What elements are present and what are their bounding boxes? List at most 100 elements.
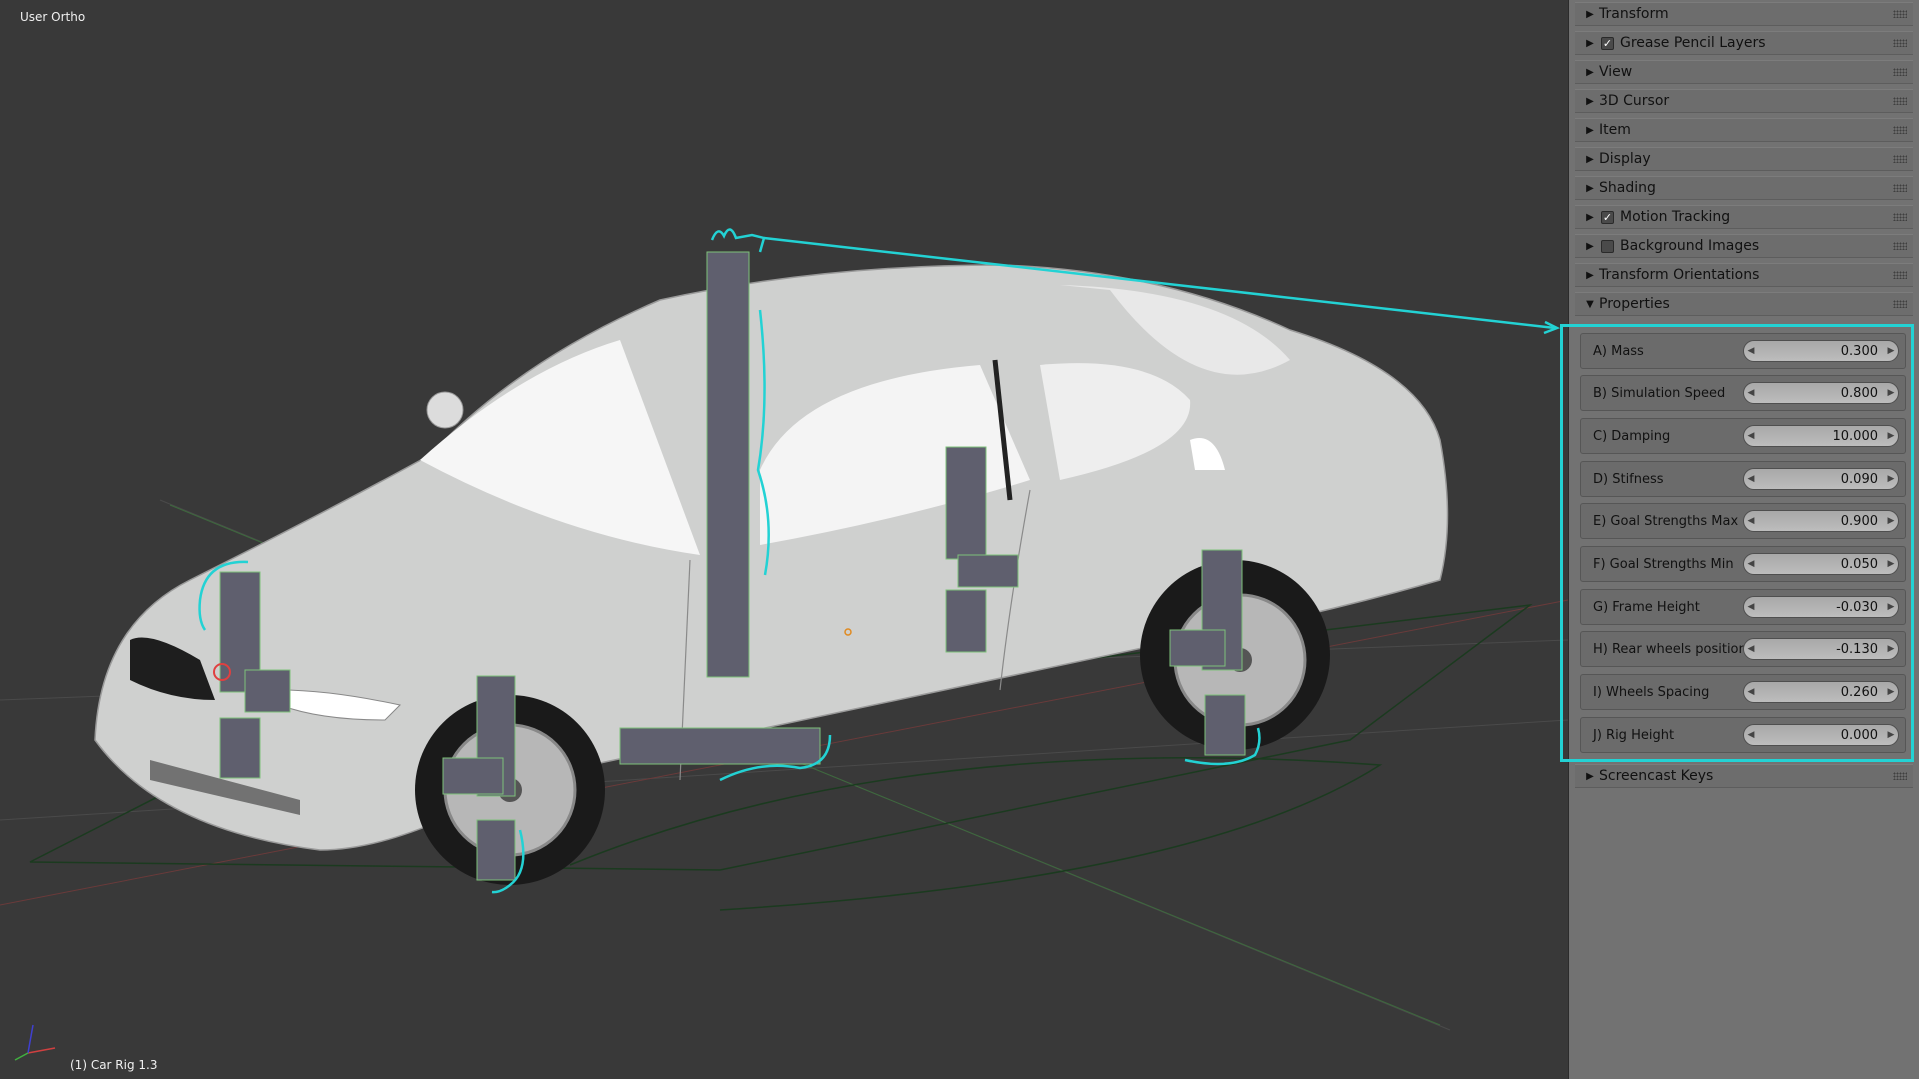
panel-transform[interactable]: ▶ Transform bbox=[1575, 2, 1913, 26]
car-model[interactable] bbox=[94, 264, 1449, 885]
panel-item[interactable]: ▶ Item bbox=[1575, 118, 1913, 142]
drag-grip-icon[interactable] bbox=[1893, 242, 1907, 250]
drag-grip-icon[interactable] bbox=[1893, 155, 1907, 163]
triangle-right-icon: ▶ bbox=[1586, 211, 1594, 223]
3d-viewport[interactable]: User Ortho (1) Car Rig 1.3 bbox=[0, 0, 1568, 1079]
increment-arrow-icon[interactable]: ▶ bbox=[1884, 687, 1898, 697]
active-object-label: (1) Car Rig 1.3 bbox=[70, 1058, 158, 1072]
damping-field[interactable]: ◀ 10.000 ▶ bbox=[1743, 425, 1899, 447]
panel-label: Properties bbox=[1599, 296, 1670, 312]
triangle-right-icon: ▶ bbox=[1586, 95, 1594, 107]
property-goal-strengths-min: F) Goal Strengths Min ◀ 0.050 ▶ bbox=[1580, 546, 1906, 582]
triangle-down-icon: ▼ bbox=[1586, 298, 1594, 310]
goal-strengths-max-field[interactable]: ◀ 0.900 ▶ bbox=[1743, 510, 1899, 532]
decrement-arrow-icon[interactable]: ◀ bbox=[1744, 559, 1758, 569]
decrement-arrow-icon[interactable]: ◀ bbox=[1744, 431, 1758, 441]
property-value[interactable]: 0.300 bbox=[1758, 344, 1884, 359]
panel-3d-cursor[interactable]: ▶ 3D Cursor bbox=[1575, 89, 1913, 113]
view-mode-label: User Ortho bbox=[20, 10, 86, 24]
drag-grip-icon[interactable] bbox=[1893, 300, 1907, 308]
property-label: I) Wheels Spacing bbox=[1593, 684, 1710, 700]
increment-arrow-icon[interactable]: ▶ bbox=[1884, 559, 1898, 569]
increment-arrow-icon[interactable]: ▶ bbox=[1884, 730, 1898, 740]
property-value[interactable]: -0.030 bbox=[1758, 600, 1884, 615]
scene-canvas[interactable] bbox=[0, 0, 1568, 1079]
property-wheels-spacing: I) Wheels Spacing ◀ 0.260 ▶ bbox=[1580, 674, 1906, 710]
property-value[interactable]: 10.000 bbox=[1758, 429, 1884, 444]
drag-grip-icon[interactable] bbox=[1893, 213, 1907, 221]
property-label: F) Goal Strengths Min bbox=[1593, 556, 1734, 572]
increment-arrow-icon[interactable]: ▶ bbox=[1884, 602, 1898, 612]
triangle-right-icon: ▶ bbox=[1586, 240, 1594, 252]
decrement-arrow-icon[interactable]: ◀ bbox=[1744, 687, 1758, 697]
panel-properties[interactable]: ▼ Properties bbox=[1575, 292, 1913, 316]
increment-arrow-icon[interactable]: ▶ bbox=[1884, 644, 1898, 654]
drag-grip-icon[interactable] bbox=[1893, 271, 1907, 279]
frame-height-field[interactable]: ◀ -0.030 ▶ bbox=[1743, 596, 1899, 618]
triangle-right-icon: ▶ bbox=[1586, 182, 1594, 194]
increment-arrow-icon[interactable]: ▶ bbox=[1884, 346, 1898, 356]
decrement-arrow-icon[interactable]: ◀ bbox=[1744, 730, 1758, 740]
drag-grip-icon[interactable] bbox=[1893, 68, 1907, 76]
panel-label: Screencast Keys bbox=[1599, 768, 1714, 784]
decrement-arrow-icon[interactable]: ◀ bbox=[1744, 602, 1758, 612]
panel-motion-tracking[interactable]: ▶ ✓ Motion Tracking bbox=[1575, 205, 1913, 229]
checkbox-checked[interactable]: ✓ bbox=[1601, 210, 1614, 224]
axis-gizmo-icon bbox=[14, 1024, 56, 1061]
property-value[interactable]: 0.050 bbox=[1758, 557, 1884, 572]
drag-grip-icon[interactable] bbox=[1893, 126, 1907, 134]
property-value[interactable]: -0.130 bbox=[1758, 642, 1884, 657]
panel-background-images[interactable]: ▶ Background Images bbox=[1575, 234, 1913, 258]
stifness-field[interactable]: ◀ 0.090 ▶ bbox=[1743, 468, 1899, 490]
decrement-arrow-icon[interactable]: ◀ bbox=[1744, 474, 1758, 484]
drag-grip-icon[interactable] bbox=[1893, 39, 1907, 47]
wheels-spacing-field[interactable]: ◀ 0.260 ▶ bbox=[1743, 681, 1899, 703]
property-value[interactable]: 0.900 bbox=[1758, 514, 1884, 529]
property-value[interactable]: 0.000 bbox=[1758, 728, 1884, 743]
increment-arrow-icon[interactable]: ▶ bbox=[1884, 516, 1898, 526]
drag-grip-icon[interactable] bbox=[1893, 97, 1907, 105]
increment-arrow-icon[interactable]: ▶ bbox=[1884, 474, 1898, 484]
mass-field[interactable]: ◀ 0.300 ▶ bbox=[1743, 340, 1899, 362]
property-rig-height: J) Rig Height ◀ 0.000 ▶ bbox=[1580, 717, 1906, 753]
checkbox-unchecked[interactable] bbox=[1601, 239, 1614, 253]
rear-wheels-position-field[interactable]: ◀ -0.130 ▶ bbox=[1743, 638, 1899, 660]
drag-grip-icon[interactable] bbox=[1893, 184, 1907, 192]
decrement-arrow-icon[interactable]: ◀ bbox=[1744, 346, 1758, 356]
triangle-right-icon: ▶ bbox=[1586, 66, 1594, 78]
panel-view[interactable]: ▶ View bbox=[1575, 60, 1913, 84]
decrement-arrow-icon[interactable]: ◀ bbox=[1744, 388, 1758, 398]
triangle-right-icon: ▶ bbox=[1586, 124, 1594, 136]
property-label: J) Rig Height bbox=[1593, 727, 1675, 743]
panel-label: Item bbox=[1599, 122, 1631, 138]
property-rear-wheels-position: H) Rear wheels position ◀ -0.130 ▶ bbox=[1580, 631, 1906, 667]
simulation-speed-field[interactable]: ◀ 0.800 ▶ bbox=[1743, 382, 1899, 404]
checkbox-checked[interactable]: ✓ bbox=[1601, 36, 1614, 50]
property-label: H) Rear wheels position bbox=[1593, 641, 1747, 657]
decrement-arrow-icon[interactable]: ◀ bbox=[1744, 516, 1758, 526]
triangle-right-icon: ▶ bbox=[1586, 37, 1594, 49]
rig-height-field[interactable]: ◀ 0.000 ▶ bbox=[1743, 724, 1899, 746]
decrement-arrow-icon[interactable]: ◀ bbox=[1744, 644, 1758, 654]
property-label: G) Frame Height bbox=[1593, 599, 1700, 615]
property-label: E) Goal Strengths Max bbox=[1593, 513, 1739, 529]
property-label: C) Damping bbox=[1593, 428, 1671, 444]
drag-grip-icon[interactable] bbox=[1893, 10, 1907, 18]
panel-transform-orientations[interactable]: ▶ Transform Orientations bbox=[1575, 263, 1913, 287]
panel-grease-pencil-layers[interactable]: ▶ ✓ Grease Pencil Layers bbox=[1575, 31, 1913, 55]
panel-label: Transform bbox=[1599, 6, 1669, 22]
drag-grip-icon[interactable] bbox=[1893, 772, 1907, 780]
goal-strengths-min-field[interactable]: ◀ 0.050 ▶ bbox=[1743, 553, 1899, 575]
property-value[interactable]: 0.090 bbox=[1758, 472, 1884, 487]
panel-display[interactable]: ▶ Display bbox=[1575, 147, 1913, 171]
panel-screencast-keys[interactable]: ▶ Screencast Keys bbox=[1575, 764, 1913, 788]
property-value[interactable]: 0.260 bbox=[1758, 685, 1884, 700]
panel-shading[interactable]: ▶ Shading bbox=[1575, 176, 1913, 200]
triangle-right-icon: ▶ bbox=[1586, 8, 1594, 20]
property-damping: C) Damping ◀ 10.000 ▶ bbox=[1580, 418, 1906, 454]
panel-label: Shading bbox=[1599, 180, 1656, 196]
increment-arrow-icon[interactable]: ▶ bbox=[1884, 388, 1898, 398]
increment-arrow-icon[interactable]: ▶ bbox=[1884, 431, 1898, 441]
property-value[interactable]: 0.800 bbox=[1758, 386, 1884, 401]
property-label: B) Simulation Speed bbox=[1593, 385, 1726, 401]
